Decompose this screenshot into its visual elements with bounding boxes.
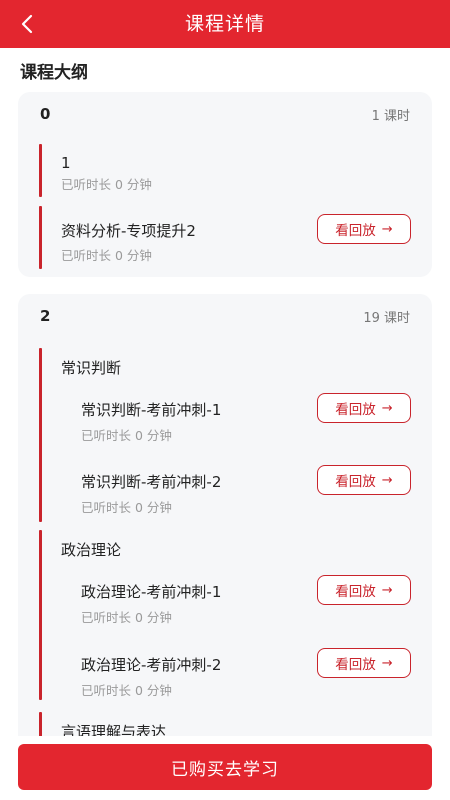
arrow-right-icon: → (381, 655, 393, 671)
listened-duration: 已听时长 0 分钟 (81, 500, 172, 515)
watch-replay-button[interactable]: 看回放 → (317, 465, 411, 495)
replay-label: 看回放 (335, 657, 376, 673)
listened-duration: 已听时长 0 分钟 (81, 428, 172, 443)
lesson-title[interactable]: 政治理论-考前冲刺-1 (81, 581, 221, 602)
watch-replay-button[interactable]: 看回放 → (317, 575, 411, 605)
lesson-title[interactable]: 常识判断-考前冲刺-2 (81, 471, 221, 492)
lesson-title[interactable]: 常识判断-考前冲刺-1 (81, 399, 221, 420)
chapter-card-0: 0 1 课时 1 已听时长 0 分钟 资料分析-专项提升2 已听时长 0 分钟 … (18, 92, 432, 277)
listened-duration: 已听时长 0 分钟 (81, 610, 172, 625)
watch-replay-button[interactable]: 看回放 → (317, 393, 411, 423)
listened-duration: 已听时长 0 分钟 (81, 683, 172, 698)
chapter-marker (39, 144, 42, 197)
chapter-card-2: 2 19 课时 常识判断 常识判断-考前冲刺-1 已听时长 0 分钟 看回放 →… (18, 294, 432, 764)
top-nav-bar: 课程详情 (0, 0, 450, 48)
lesson-title[interactable]: 政治理论-考前冲刺-2 (81, 654, 221, 675)
arrow-right-icon: → (381, 400, 393, 416)
bottom-action-bar: 已购买去学习 (0, 736, 450, 800)
group-title[interactable]: 政治理论 (61, 539, 121, 560)
lesson-count: 1 课时 (371, 109, 410, 124)
chapter-marker (39, 206, 42, 269)
lesson-title[interactable]: 1 (61, 154, 71, 172)
listened-duration: 已听时长 0 分钟 (61, 177, 152, 192)
group-title[interactable]: 常识判断 (61, 357, 121, 378)
chapter-number: 2 (40, 307, 51, 325)
lesson-count: 19 课时 (363, 311, 410, 326)
chapter-number: 0 (40, 105, 51, 123)
lesson-title[interactable]: 资料分析-专项提升2 (61, 220, 196, 241)
replay-label: 看回放 (335, 402, 376, 418)
app-root: 课程详情 课程大纲 0 1 课时 1 已听时长 0 分钟 资料分析-专项提升2 … (0, 0, 450, 800)
replay-label: 看回放 (335, 474, 376, 490)
listened-duration: 已听时长 0 分钟 (61, 248, 152, 263)
group-marker (39, 530, 42, 700)
arrow-right-icon: → (381, 472, 393, 488)
section-title: 课程大纲 (20, 63, 88, 83)
arrow-right-icon: → (381, 582, 393, 598)
watch-replay-button[interactable]: 看回放 → (317, 214, 411, 244)
page-title: 课程详情 (184, 13, 265, 35)
replay-label: 看回放 (335, 223, 376, 239)
go-study-button[interactable]: 已购买去学习 (18, 744, 432, 790)
replay-label: 看回放 (335, 584, 376, 600)
arrow-right-icon: → (381, 221, 393, 237)
group-marker (39, 348, 42, 522)
watch-replay-button[interactable]: 看回放 → (317, 648, 411, 678)
